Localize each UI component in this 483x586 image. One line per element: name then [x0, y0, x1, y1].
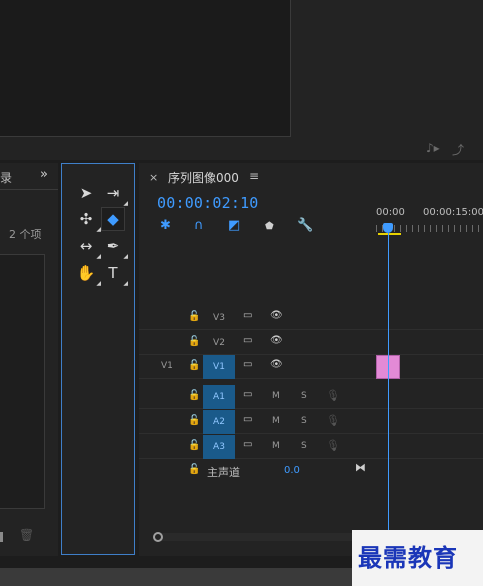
lock-icon[interactable]: 🔓	[188, 440, 200, 451]
track-target[interactable]: A2	[203, 410, 235, 434]
track-target[interactable]: V1	[203, 355, 235, 379]
ruler-label-15s: 00:00:15:00	[423, 207, 483, 218]
add-marker-icon[interactable]: ⬟	[265, 221, 274, 232]
track-a1: 🔓 A1 ▭ M S 🎙	[139, 385, 483, 409]
mute-button[interactable]: M	[272, 391, 280, 401]
lock-icon[interactable]: 🔓	[188, 390, 200, 401]
ruler-label-start: 00:00	[376, 207, 405, 218]
more-panels-icon[interactable]: »	[40, 167, 48, 182]
lock-icon[interactable]: 🔓	[188, 360, 200, 371]
playhead-handle[interactable]	[383, 223, 393, 233]
mute-button[interactable]: M	[272, 441, 280, 451]
selection-tool-icon[interactable]: ➤	[74, 181, 98, 205]
timeline-panel: × 序列图像000 ≡ 00:00:02:10 ✱ ∩ ◩ ⬟ 🔧 00:00 …	[139, 163, 483, 556]
tools-panel: ➤ ⇥ ◢ ✣ ◢ ◆ ↔ ◢ ✒ ◢ ✋ ◢ T ◢	[61, 163, 135, 555]
nest-icon[interactable]: ✱	[160, 218, 171, 233]
ripple-edit-tool-icon[interactable]: ✣ ◢	[74, 207, 101, 233]
panel-handle[interactable]	[0, 532, 3, 542]
track-a3: 🔓 A3 ▭ M S 🎙	[139, 435, 483, 459]
solo-button[interactable]: S	[301, 391, 307, 401]
watermark-text: 最需教育	[358, 543, 458, 572]
track-v3: 🔓 V3 ▭ 👁	[139, 306, 483, 330]
track-v1: V1 🔓 V1 ▭ 👁	[139, 355, 483, 379]
mic-icon[interactable]: 🎙	[326, 414, 340, 427]
playhead-line	[388, 233, 389, 533]
sync-lock-icon[interactable]: ▭	[243, 335, 252, 346]
solo-button[interactable]: S	[301, 416, 307, 426]
pen-tool-icon[interactable]: ✒ ◢	[101, 234, 128, 260]
sync-lock-icon[interactable]: ▭	[243, 414, 252, 425]
sync-lock-icon[interactable]: ▭	[243, 310, 252, 321]
export-frame-icon[interactable]: ⤴	[452, 141, 464, 158]
playhead-timecode[interactable]: 00:00:02:10	[157, 194, 259, 212]
audio-output-icon[interactable]: ♪▸	[426, 141, 440, 155]
eye-icon[interactable]: 👁	[270, 335, 283, 346]
trash-icon[interactable]: 🗑	[19, 528, 34, 542]
project-tab[interactable]: 录	[0, 169, 12, 186]
monitor-screen	[0, 0, 291, 137]
master-track: 🔓 主声道 0.0 ⧓	[139, 459, 483, 483]
project-panel: 录 » 2 个项 🗑	[0, 163, 58, 556]
sequence-tab[interactable]: 序列图像000	[168, 169, 239, 186]
close-tab-icon[interactable]: ×	[149, 171, 158, 184]
slip-tool-icon[interactable]: ↔ ◢	[74, 234, 101, 260]
sync-lock-icon[interactable]: ▭	[243, 439, 252, 450]
lock-icon[interactable]: 🔓	[188, 336, 200, 347]
panel-menu-icon[interactable]: ≡	[249, 169, 259, 183]
zoom-handle[interactable]	[153, 532, 163, 542]
go-to-end-icon[interactable]: ⧓	[355, 461, 366, 474]
wrench-icon[interactable]: 🔧	[297, 218, 313, 233]
work-area-bar[interactable]	[378, 233, 401, 235]
program-monitor: ♪▸ ⤴	[0, 0, 483, 160]
master-volume[interactable]: 0.0	[284, 465, 300, 476]
track-target[interactable]: V2	[203, 331, 235, 355]
track-target[interactable]: V3	[203, 306, 235, 330]
track-select-tool-icon[interactable]: ⇥ ◢	[101, 181, 128, 207]
lock-icon[interactable]: 🔓	[188, 311, 200, 322]
track-target[interactable]: A1	[203, 385, 235, 409]
master-label: 主声道	[207, 466, 240, 479]
mute-button[interactable]: M	[272, 416, 280, 426]
divider	[0, 189, 58, 190]
item-count: 2 个项	[9, 228, 42, 241]
project-item-list[interactable]	[0, 254, 45, 509]
sync-lock-icon[interactable]: ▭	[243, 389, 252, 400]
mic-icon[interactable]: 🎙	[326, 439, 340, 452]
eye-icon[interactable]: 👁	[270, 359, 283, 370]
razor-tool-icon[interactable]: ◆	[101, 207, 125, 231]
track-target[interactable]: A3	[203, 435, 235, 459]
solo-button[interactable]: S	[301, 441, 307, 451]
lock-icon[interactable]: 🔓	[188, 415, 200, 426]
linked-selection-icon[interactable]: ◩	[228, 218, 240, 233]
track-v2: 🔓 V2 ▭ 👁	[139, 331, 483, 355]
type-tool-icon[interactable]: T ◢	[101, 261, 128, 287]
lock-icon[interactable]: 🔓	[188, 464, 200, 475]
track-a2: 🔓 A2 ▭ M S 🎙	[139, 410, 483, 434]
sync-lock-icon[interactable]: ▭	[243, 359, 252, 370]
source-patch[interactable]: V1	[161, 361, 173, 371]
hand-tool-icon[interactable]: ✋ ◢	[74, 261, 101, 287]
eye-icon[interactable]: 👁	[270, 310, 283, 321]
mic-icon[interactable]: 🎙	[326, 389, 340, 402]
snap-icon[interactable]: ∩	[194, 218, 204, 233]
